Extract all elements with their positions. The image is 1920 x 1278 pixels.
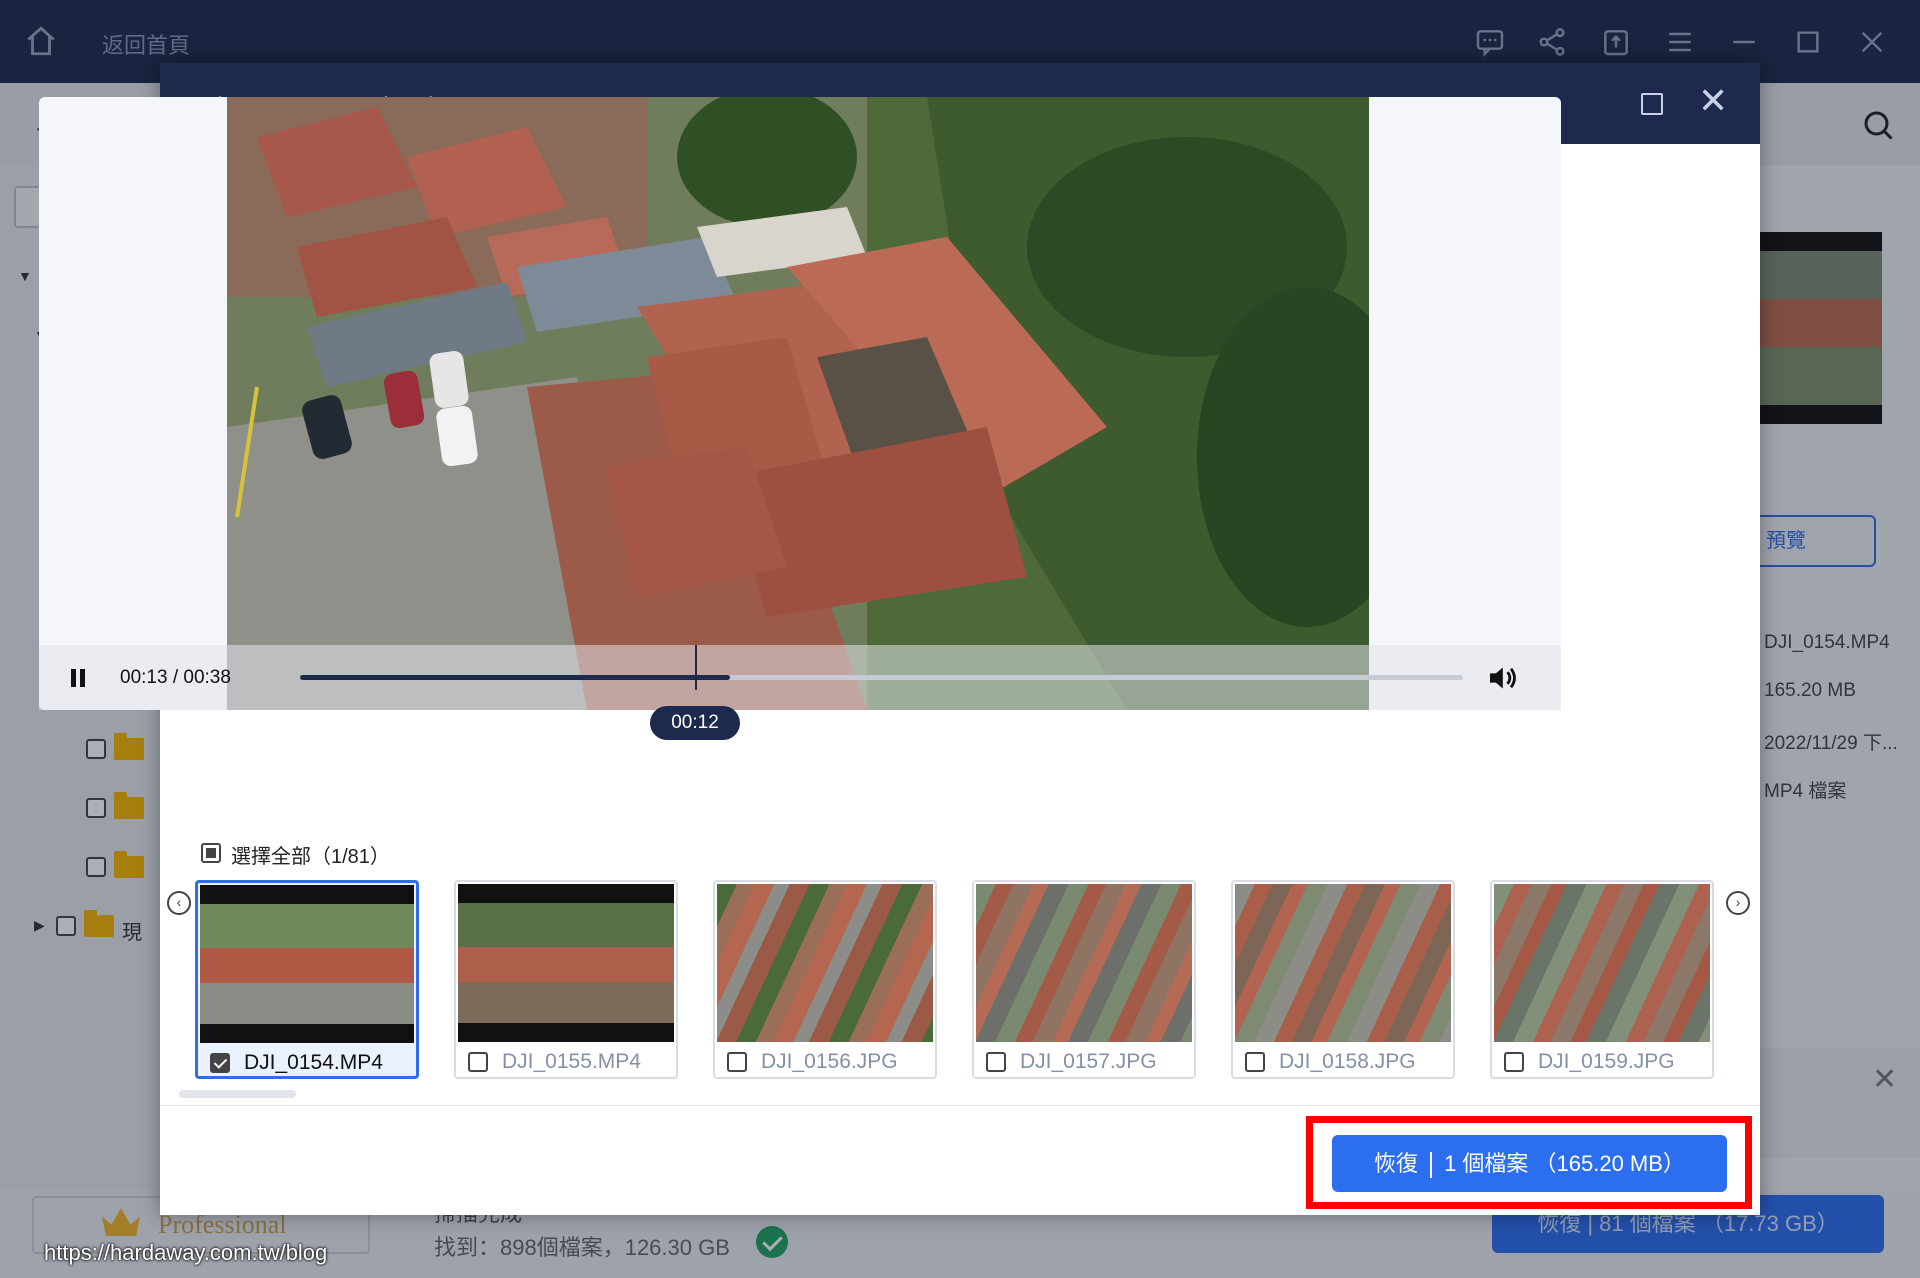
thumbnail-image	[1235, 884, 1451, 1042]
thumbnail-card[interactable]: DJI_0154.MP4	[195, 880, 419, 1079]
thumbnail-checkbox[interactable]	[210, 1053, 230, 1073]
watermark-url: https://hardaway.com.tw/blog	[44, 1240, 328, 1265]
thumbnail-image	[976, 884, 1192, 1042]
thumbnail-card[interactable]: DJI_0158.JPG	[1231, 880, 1455, 1079]
thumbs-scrollbar[interactable]	[179, 1090, 296, 1098]
select-all-label: 選擇全部（1/81）	[231, 846, 390, 868]
thumbnail-checkbox[interactable]	[1504, 1052, 1524, 1072]
thumbnail-checkbox[interactable]	[1245, 1052, 1265, 1072]
video-frame[interactable]	[227, 97, 1369, 710]
dialog-close-icon[interactable]: ✕	[1698, 83, 1728, 119]
thumbnail-image	[1494, 884, 1710, 1042]
thumbnail-filename: DJI_0156.JPG	[761, 1050, 898, 1073]
dialog-footer-divider	[160, 1105, 1760, 1106]
thumbnail-card[interactable]: DJI_0157.JPG	[972, 880, 1196, 1079]
recover-label: 恢復	[1374, 1151, 1419, 1176]
thumbnail-card[interactable]: DJI_0156.JPG	[713, 880, 937, 1079]
thumbnail-image	[200, 885, 414, 1043]
thumbnail-card[interactable]: DJI_0159.JPG	[1490, 880, 1714, 1079]
seek-progress	[300, 675, 730, 680]
volume-icon[interactable]	[1487, 664, 1521, 692]
thumbnail-card[interactable]: DJI_0155.MP4	[454, 880, 678, 1079]
thumbnail-filename: DJI_0159.JPG	[1538, 1050, 1675, 1073]
thumbnail-filename: DJI_0157.JPG	[1020, 1050, 1157, 1073]
thumbnail-filename: DJI_0154.MP4	[244, 1051, 383, 1074]
thumbnail-filename: DJI_0155.MP4	[502, 1050, 641, 1073]
dialog-maximize-icon[interactable]	[1641, 93, 1663, 115]
seek-hover-marker	[695, 645, 697, 690]
thumbnail-checkbox[interactable]	[986, 1052, 1006, 1072]
thumbnail-checkbox[interactable]	[468, 1052, 488, 1072]
pause-icon[interactable]	[69, 669, 87, 687]
thumbnail-image	[458, 884, 674, 1042]
thumbs-next-icon[interactable]: ›	[1726, 891, 1750, 915]
playback-time: 00:13 / 00:38	[120, 667, 231, 688]
thumbnail-filename: DJI_0158.JPG	[1279, 1050, 1416, 1073]
thumbnail-checkbox[interactable]	[727, 1052, 747, 1072]
recover-count: 1 個檔案 （165.20 MB）	[1444, 1151, 1685, 1176]
recover-selected-button[interactable]: 恢復 1 個檔案 （165.20 MB）	[1332, 1135, 1727, 1192]
thumbnail-image	[717, 884, 933, 1042]
select-all-box[interactable]	[201, 843, 221, 863]
thumbs-prev-icon[interactable]: ‹	[167, 891, 191, 915]
recover-separator	[1430, 1152, 1433, 1179]
seek-hover-time: 00:12	[650, 706, 740, 740]
